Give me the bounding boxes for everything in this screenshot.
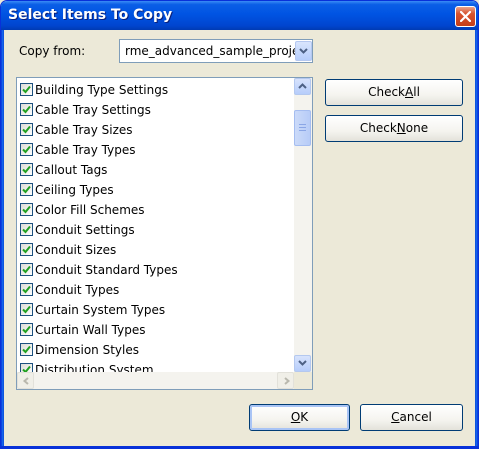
- cancel-button[interactable]: Cancel: [360, 404, 463, 431]
- checkmark-icon: [22, 325, 31, 334]
- list-item[interactable]: Cable Tray Sizes: [17, 120, 294, 140]
- scroll-left-button[interactable]: [17, 372, 34, 389]
- close-button[interactable]: [455, 6, 476, 27]
- list-item[interactable]: Conduit Types: [17, 280, 294, 300]
- item-label: Conduit Standard Types: [35, 263, 178, 277]
- item-checkbox[interactable]: [20, 83, 33, 96]
- check-all-label: Check All: [368, 85, 420, 99]
- arrow-up-icon: [298, 83, 307, 89]
- list-item[interactable]: Color Fill Schemes: [17, 200, 294, 220]
- item-label: Conduit Types: [35, 283, 120, 297]
- item-checkbox[interactable]: [20, 323, 33, 336]
- item-label: Cable Tray Sizes: [35, 123, 133, 137]
- scroll-thumb[interactable]: [294, 110, 311, 146]
- item-checkbox[interactable]: [20, 143, 33, 156]
- items-list: Building Type Settings Cable Tray Setting…: [17, 78, 294, 372]
- item-checkbox[interactable]: [20, 123, 33, 136]
- list-item[interactable]: Callout Tags: [17, 160, 294, 180]
- item-checkbox[interactable]: [20, 183, 33, 196]
- horizontal-scrollbar[interactable]: [17, 372, 294, 389]
- item-label: Color Fill Schemes: [35, 203, 145, 217]
- checkmark-icon: [22, 305, 31, 314]
- vertical-scrollbar[interactable]: [294, 78, 312, 372]
- list-item[interactable]: Ceiling Types: [17, 180, 294, 200]
- scroll-right-button[interactable]: [277, 372, 294, 389]
- item-label: Conduit Settings: [35, 223, 135, 237]
- ok-button[interactable]: OK: [249, 404, 350, 431]
- list-item[interactable]: Conduit Standard Types: [17, 260, 294, 280]
- item-checkbox[interactable]: [20, 203, 33, 216]
- checkmark-icon: [22, 225, 31, 234]
- item-label: Conduit Sizes: [35, 243, 117, 257]
- chevron-down-icon: [299, 48, 308, 54]
- item-checkbox[interactable]: [20, 243, 33, 256]
- scrollbar-corner: [294, 372, 312, 389]
- thumb-grip: [299, 130, 306, 131]
- thumb-grip: [299, 124, 306, 125]
- item-checkbox[interactable]: [20, 223, 33, 236]
- list-item[interactable]: Curtain System Types: [17, 300, 294, 320]
- list-item[interactable]: Conduit Settings: [17, 220, 294, 240]
- item-checkbox[interactable]: [20, 103, 33, 116]
- thumb-grip: [299, 127, 306, 128]
- window-frame-right: [475, 30, 478, 448]
- checkmark-icon: [22, 85, 31, 94]
- list-item[interactable]: Cable Tray Settings: [17, 100, 294, 120]
- scroll-down-button[interactable]: [294, 355, 311, 372]
- check-none-button[interactable]: Check None: [325, 115, 463, 142]
- ok-label: OK: [290, 410, 309, 424]
- arrow-down-icon: [298, 360, 307, 366]
- window-frame-left: [1, 30, 4, 448]
- item-label: Dimension Styles: [35, 343, 139, 357]
- copy-from-dropdown[interactable]: rme_advanced_sample_proje: [119, 39, 313, 63]
- item-checkbox[interactable]: [20, 283, 33, 296]
- title-bar[interactable]: Select Items To Copy: [1, 1, 478, 30]
- checkmark-icon: [22, 265, 31, 274]
- checkmark-icon: [22, 345, 31, 354]
- window-title: Select Items To Copy: [8, 7, 173, 23]
- item-checkbox[interactable]: [20, 303, 33, 316]
- item-checkbox[interactable]: [20, 263, 33, 276]
- items-listbox[interactable]: Building Type Settings Cable Tray Setting…: [16, 77, 313, 390]
- checkmark-icon: [22, 365, 31, 372]
- checkmark-icon: [22, 185, 31, 194]
- list-item[interactable]: Curtain Wall Types: [17, 320, 294, 340]
- dropdown-button[interactable]: [295, 41, 312, 61]
- arrow-left-icon: [22, 377, 29, 385]
- checkmark-icon: [22, 165, 31, 174]
- item-label: Callout Tags: [35, 163, 108, 177]
- checkmark-icon: [22, 145, 31, 154]
- check-none-label: Check None: [359, 121, 429, 135]
- item-checkbox[interactable]: [20, 363, 33, 372]
- dialog-window: Select Items To Copy Copy from: rme_adva…: [0, 0, 479, 449]
- item-label: Curtain Wall Types: [35, 323, 146, 337]
- item-label: Ceiling Types: [35, 183, 114, 197]
- cancel-label: Cancel: [391, 410, 432, 424]
- item-label: Curtain System Types: [35, 303, 166, 317]
- item-checkbox[interactable]: [20, 343, 33, 356]
- item-label: Distribution System: [35, 363, 154, 372]
- checkmark-icon: [22, 105, 31, 114]
- list-item[interactable]: Dimension Styles: [17, 340, 294, 360]
- check-all-button[interactable]: Check All: [325, 79, 463, 106]
- copy-from-label: Copy from:: [19, 44, 86, 58]
- checkmark-icon: [22, 205, 31, 214]
- checkmark-icon: [22, 245, 31, 254]
- scroll-up-button[interactable]: [294, 78, 311, 95]
- list-item[interactable]: Building Type Settings: [17, 80, 294, 100]
- checkmark-icon: [22, 125, 31, 134]
- list-item[interactable]: Conduit Sizes: [17, 240, 294, 260]
- checkmark-icon: [22, 285, 31, 294]
- list-item[interactable]: Distribution System: [17, 360, 294, 372]
- item-label: Cable Tray Settings: [35, 103, 151, 117]
- list-item[interactable]: Cable Tray Types: [17, 140, 294, 160]
- copy-from-value: rme_advanced_sample_proje: [125, 44, 295, 58]
- item-label: Cable Tray Types: [35, 143, 136, 157]
- arrow-right-icon: [284, 377, 291, 385]
- close-icon: [460, 11, 471, 22]
- item-checkbox[interactable]: [20, 163, 33, 176]
- item-label: Building Type Settings: [35, 83, 169, 97]
